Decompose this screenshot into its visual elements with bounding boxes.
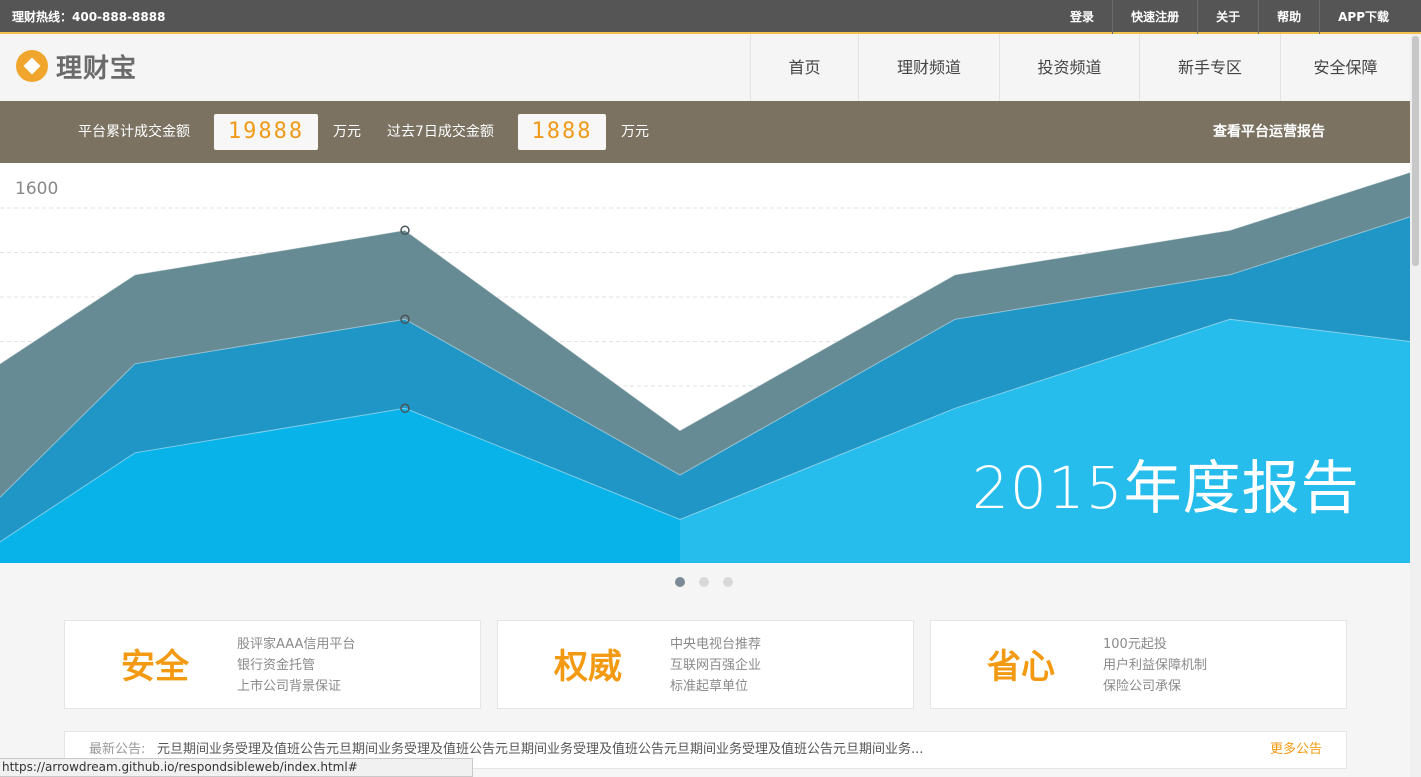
nav-home[interactable]: 首页	[750, 34, 858, 101]
feature-card-safety: 安全 股评家AAA信用平台 银行资金托管 上市公司背景保证	[64, 620, 481, 709]
feature-title: 省心	[987, 647, 1055, 687]
about-link[interactable]: 关于	[1197, 0, 1258, 34]
register-link[interactable]: 快速注册	[1112, 0, 1197, 34]
logo[interactable]: 理财宝	[16, 48, 137, 84]
diamond-logo-icon	[16, 50, 48, 82]
hotline-text: 理财热线：400-888-8888	[12, 10, 166, 24]
nav-security[interactable]: 安全保障	[1280, 34, 1410, 101]
week-volume-label: 过去7日成交金额	[387, 124, 494, 140]
carousel-dots	[675, 577, 747, 587]
top-bar: 理财热线：400-888-8888 登录 快速注册 关于 帮助 APP下载	[0, 0, 1421, 34]
app-download-link[interactable]: APP下载	[1319, 0, 1407, 34]
feature-list: 股评家AAA信用平台 银行资金托管 上市公司背景保证	[237, 634, 355, 697]
feature-card-ease: 省心 100元起投 用户利益保障机制 保险公司承保	[930, 620, 1347, 709]
page-scrollbar[interactable]	[1410, 34, 1421, 777]
feature-item: 100元起投	[1103, 637, 1167, 652]
feature-item: 用户利益保障机制	[1103, 658, 1208, 673]
feature-item: 银行资金托管	[237, 658, 316, 673]
login-link[interactable]: 登录	[1052, 0, 1112, 34]
main-nav: 首页 理财频道 投资频道 新手专区 安全保障	[750, 34, 1410, 101]
carousel-dot-2[interactable]	[699, 577, 709, 587]
banner-carousel[interactable]: 1600 2015年度报告	[0, 163, 1410, 563]
feature-title: 安全	[121, 647, 189, 687]
nav-wealth-channel[interactable]: 理财频道	[858, 34, 999, 101]
nav-invest-channel[interactable]: 投资频道	[999, 34, 1139, 101]
logo-text: 理财宝	[56, 53, 138, 84]
y-tick-label: 1600	[15, 179, 59, 199]
feature-list: 中央电视台推荐 互联网百强企业 标准起草单位	[670, 634, 761, 697]
feature-item: 上市公司背景保证	[237, 679, 342, 694]
scrollbar-thumb[interactable]	[1412, 36, 1419, 266]
total-volume-unit: 万元	[333, 124, 361, 140]
feature-title: 权威	[554, 647, 622, 687]
top-links: 登录 快速注册 关于 帮助 APP下载	[1052, 0, 1407, 34]
week-volume-unit: 万元	[621, 124, 649, 140]
feature-card-authority: 权威 中央电视台推荐 互联网百强企业 标准起草单位	[497, 620, 914, 709]
feature-list: 100元起投 用户利益保障机制 保险公司承保	[1103, 634, 1207, 697]
feature-item: 保险公司承保	[1103, 679, 1182, 694]
nav-newbie-zone[interactable]: 新手专区	[1139, 34, 1280, 101]
view-report-link[interactable]: 查看平台运营报告	[1213, 101, 1325, 163]
banner-title: 2015年度报告	[972, 454, 1360, 522]
feature-item: 互联网百强企业	[670, 658, 762, 673]
feature-item: 股评家AAA信用平台	[237, 637, 356, 652]
feature-item: 中央电视台推荐	[670, 637, 762, 652]
total-volume-value: 19888	[214, 114, 318, 150]
total-volume-label: 平台累计成交金额	[78, 124, 190, 140]
header: 理财宝 首页 理财频道 投资频道 新手专区 安全保障	[0, 34, 1421, 101]
stats-bar: 平台累计成交金额 19888 万元 过去7日成交金额 1888 万元 查看平台运…	[0, 101, 1421, 163]
carousel-dot-3[interactable]	[723, 577, 733, 587]
status-url: https://arrowdream.github.io/respondsibl…	[0, 758, 473, 777]
carousel-dot-1[interactable]	[675, 577, 685, 587]
week-volume-value: 1888	[518, 114, 606, 150]
feature-item: 标准起草单位	[670, 679, 749, 694]
help-link[interactable]: 帮助	[1258, 0, 1319, 34]
more-notices-link[interactable]: 更多公告	[1270, 732, 1322, 768]
